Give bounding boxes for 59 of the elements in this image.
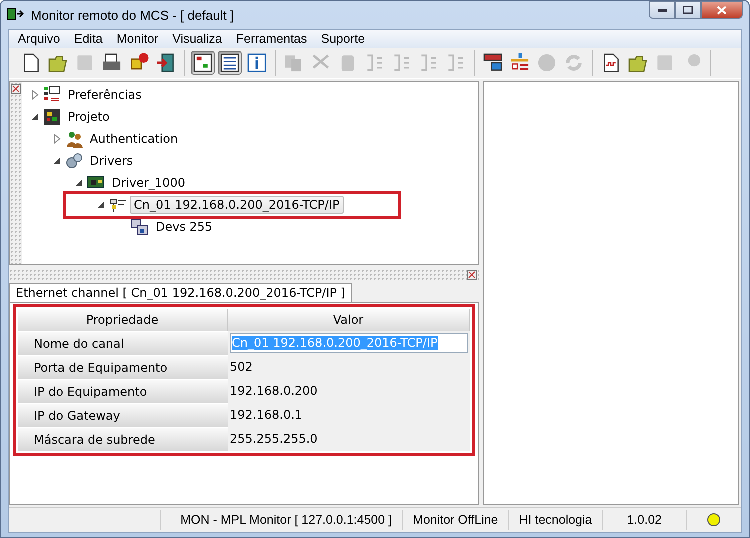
network-icon (482, 52, 504, 74)
status-text: MON - MPL Monitor [ 127.0.0.1:4500 ] (160, 510, 402, 530)
project-icon (43, 108, 61, 126)
tree-item[interactable]: Drivers (86, 152, 138, 170)
property-value: 502 (230, 360, 253, 374)
status-text: Monitor OffLine (402, 510, 508, 530)
status-text: HI tecnologia (508, 510, 602, 530)
tree-item[interactable]: Devs 255 (152, 218, 217, 236)
maximize-icon (683, 6, 693, 14)
collapse-arrow-icon[interactable] (96, 200, 106, 210)
menu-item[interactable]: Suporte (314, 32, 372, 46)
property-name: Nome do canal (18, 331, 228, 355)
column-header[interactable]: Propriedade (18, 309, 228, 331)
status-lamp-icon (707, 513, 721, 527)
toolbar-button[interactable] (191, 51, 215, 75)
panel-tab[interactable]: Ethernet channel [ Cn_01 192.168.0.200_2016-TCP/IP ] (9, 283, 352, 302)
close-icon (717, 6, 727, 14)
collapse-arrow-icon[interactable] (30, 112, 40, 122)
menu-item[interactable]: Arquivo (11, 32, 68, 46)
property-name: Máscara de subrede (18, 427, 228, 451)
people-icon (65, 130, 83, 148)
maximize-button[interactable] (675, 1, 701, 19)
collapse-arrow-icon[interactable] (74, 178, 84, 188)
app-icon (7, 7, 25, 23)
tree-view-icon (192, 52, 214, 74)
list-view-icon (219, 52, 241, 74)
tree-item[interactable]: Projeto (64, 108, 114, 126)
menu-item[interactable]: Ferramentas (229, 32, 314, 46)
minimize-icon (658, 8, 666, 12)
exit-door-icon (155, 52, 177, 74)
toolbar-button[interactable] (245, 51, 269, 75)
toolbar-button[interactable] (218, 51, 242, 75)
property-value: 192.168.0.200 (230, 384, 318, 398)
status-text: 1.0.02 (602, 510, 686, 530)
property-name: Porta de Equipamento (18, 355, 228, 379)
close-button[interactable] (701, 1, 743, 19)
close-icon[interactable] (11, 84, 21, 94)
tree-item[interactable]: Driver_1000 (108, 174, 190, 192)
menu-item[interactable]: Visualiza (166, 32, 230, 46)
property-name: IP do Gateway (18, 403, 228, 427)
menu-item[interactable]: Monitor (110, 32, 166, 46)
column-header[interactable]: Valor (228, 309, 470, 331)
window-title: Monitor remoto do MCS - [ default ] (31, 8, 234, 22)
property-value: 192.168.0.1 (230, 408, 303, 422)
collapse-arrow-icon[interactable] (52, 156, 62, 166)
devices-icon (131, 218, 149, 236)
preferences-icon (43, 86, 61, 104)
tree-item[interactable]: Authentication (86, 130, 182, 148)
expand-arrow-icon[interactable] (52, 134, 62, 144)
property-name: IP do Equipamento (18, 379, 228, 403)
menu-item[interactable]: Edita (67, 32, 110, 46)
close-icon[interactable] (467, 270, 477, 280)
property-value: 255.255.255.0 (230, 432, 318, 446)
tree-item[interactable]: Preferências (64, 86, 146, 104)
tree-item[interactable]: Cn_01 192.168.0.200_2016-TCP/IP (130, 196, 344, 214)
minimize-button[interactable] (649, 1, 675, 19)
refresh-icon (563, 52, 585, 74)
expand-arrow-icon[interactable] (30, 90, 40, 100)
info-icon (246, 52, 268, 74)
